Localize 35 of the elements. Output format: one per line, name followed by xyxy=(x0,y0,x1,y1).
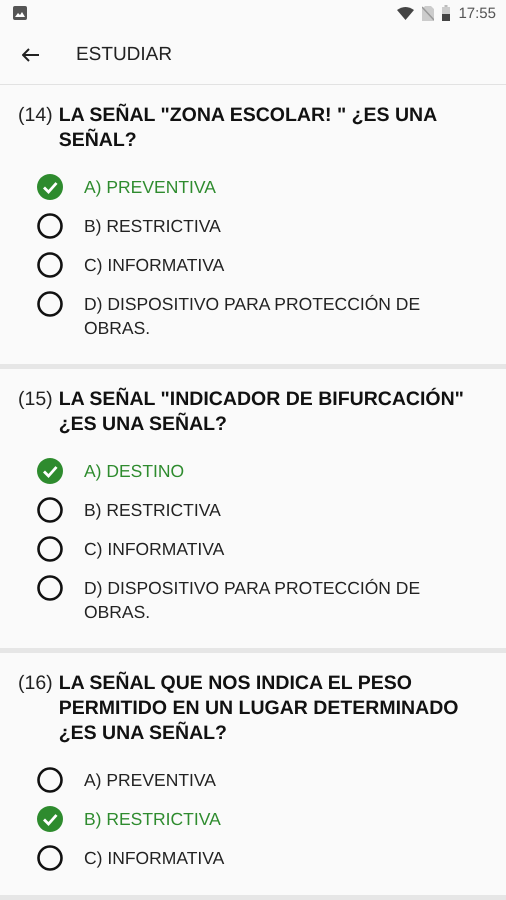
check-circle-icon[interactable] xyxy=(37,174,63,200)
option-label[interactable]: D) DISPOSITIVO PARA PROTECCIÓN DE OBRAS. xyxy=(84,292,472,340)
option-label[interactable]: A) PREVENTIVA xyxy=(84,175,216,199)
radio-button[interactable] xyxy=(37,767,63,793)
radio-button[interactable] xyxy=(37,536,63,562)
no-sim-icon xyxy=(422,6,434,20)
question-number: (14) xyxy=(18,103,53,128)
radio-button[interactable] xyxy=(37,845,63,871)
radio-button[interactable] xyxy=(37,252,63,278)
check-circle-icon[interactable] xyxy=(37,458,63,484)
radio-button[interactable] xyxy=(37,213,63,239)
option-label[interactable]: C) INFORMATIVA xyxy=(84,537,224,561)
option-label[interactable]: C) INFORMATIVA xyxy=(84,253,224,277)
battery-icon xyxy=(442,5,450,21)
screen-title: ESTUDIAR xyxy=(76,44,172,66)
option-label[interactable]: C) INFORMATIVA xyxy=(84,846,224,870)
option-label[interactable]: B) RESTRICTIVA xyxy=(84,214,221,238)
question-number: (15) xyxy=(18,387,53,412)
radio-button[interactable] xyxy=(37,291,63,317)
option-label[interactable]: D) DISPOSITIVO PARA PROTECCIÓN DE OBRAS. xyxy=(84,576,472,624)
radio-button[interactable] xyxy=(37,497,63,523)
image-notification-icon xyxy=(13,6,27,20)
wifi-icon xyxy=(397,6,414,20)
question-number: (16) xyxy=(18,671,53,696)
status-time: 17:55 xyxy=(458,4,496,22)
option-label[interactable]: A) DESTINO xyxy=(84,459,184,483)
question-text: LA SEÑAL QUE NOS INDICA EL PESO PERMITIDO EN UN LUGAR DETERMINADO ¿ES UNA SEÑAL? xyxy=(58,671,460,746)
option-label[interactable]: A) PREVENTIVA xyxy=(84,768,216,792)
question-text: LA SEÑAL "INDICADOR DE BIFURCACIÓN" ¿ES UNA SEÑAL? xyxy=(58,387,465,437)
check-circle-icon[interactable] xyxy=(37,806,63,832)
radio-button[interactable] xyxy=(37,575,63,601)
back-icon[interactable] xyxy=(22,48,40,62)
question-text: LA SEÑAL "ZONA ESCOLAR! " ¿ES UNA SEÑAL? xyxy=(58,103,438,153)
option-label[interactable]: B) RESTRICTIVA xyxy=(84,807,221,831)
option-label[interactable]: B) RESTRICTIVA xyxy=(84,498,221,522)
